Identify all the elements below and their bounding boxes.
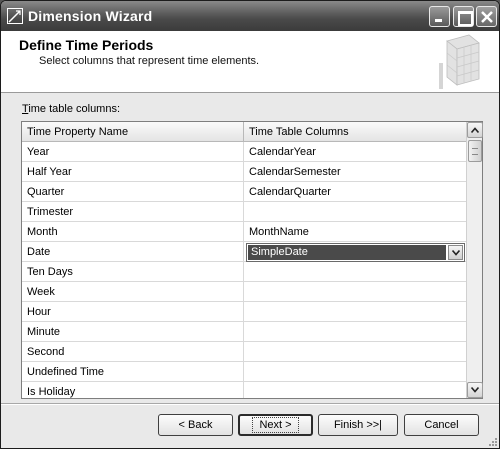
page-title: Define Time Periods — [19, 37, 154, 53]
close-button[interactable] — [476, 6, 497, 27]
cancel-button[interactable]: Cancel — [404, 414, 479, 436]
column-header-table-column[interactable]: Time Table Columns — [244, 122, 466, 142]
table-row[interactable]: Second — [22, 342, 466, 362]
close-icon — [481, 11, 493, 23]
finish-button[interactable]: Finish >>| — [318, 414, 398, 436]
table-column-cell[interactable] — [244, 342, 466, 362]
back-button[interactable]: < Back — [158, 414, 233, 436]
vertical-scrollbar[interactable] — [466, 122, 483, 398]
window-title: Dimension Wizard — [28, 8, 153, 24]
table-column-cell[interactable]: MonthName — [244, 222, 466, 242]
table-row[interactable]: Ten Days — [22, 262, 466, 282]
property-name-cell: Month — [22, 222, 244, 242]
scrollbar-thumb[interactable] — [468, 140, 482, 162]
dimension-wizard-window: Dimension Wizard Define Time Periods Sel… — [0, 0, 500, 449]
wizard-app-icon — [7, 8, 23, 24]
table-row[interactable]: Half Year CalendarSemester — [22, 162, 466, 182]
property-name-cell: Week — [22, 282, 244, 302]
column-header-property[interactable]: Time Property Name — [22, 122, 244, 142]
grid-body: Year CalendarYear Half Year CalendarSeme… — [22, 142, 466, 398]
property-name-cell: Undefined Time — [22, 362, 244, 382]
scroll-up-button[interactable] — [467, 122, 483, 138]
property-name-cell: Quarter — [22, 182, 244, 202]
chevron-up-icon — [471, 127, 479, 133]
table-row-selected[interactable]: Date SimpleDate — [22, 242, 466, 262]
cube-graphic — [439, 34, 480, 89]
label-text: ime table columns: — [28, 103, 121, 115]
property-name-cell: Date — [22, 242, 244, 262]
table-column-cell[interactable] — [244, 282, 466, 302]
property-name-cell: Year — [22, 142, 244, 162]
time-columns-grid[interactable]: Time Property Name Time Table Columns Ye… — [21, 121, 483, 399]
table-column-cell[interactable]: CalendarQuarter — [244, 182, 466, 202]
property-name-cell: Hour — [22, 302, 244, 322]
scroll-down-button[interactable] — [467, 382, 483, 398]
next-button[interactable]: Next > — [238, 414, 313, 436]
table-row[interactable]: Minute — [22, 322, 466, 342]
table-column-cell[interactable] — [244, 322, 466, 342]
chevron-down-icon — [471, 387, 479, 393]
table-column-cell[interactable] — [244, 382, 466, 398]
time-table-columns-label: Time table columns: — [22, 103, 120, 115]
table-column-cell[interactable] — [244, 202, 466, 222]
table-column-cell[interactable] — [244, 362, 466, 382]
next-button-label: Next > — [252, 417, 299, 433]
table-row[interactable]: Month MonthName — [22, 222, 466, 242]
property-name-cell: Ten Days — [22, 262, 244, 282]
table-row[interactable]: Hour — [22, 302, 466, 322]
resize-grip-icon[interactable] — [486, 435, 498, 447]
table-row[interactable]: Year CalendarYear — [22, 142, 466, 162]
maximize-button[interactable] — [453, 6, 474, 27]
minimize-button[interactable] — [429, 6, 450, 27]
dropdown-button[interactable] — [448, 245, 463, 260]
table-row[interactable]: Trimester — [22, 202, 466, 222]
property-name-cell: Trimester — [22, 202, 244, 222]
page-subtitle: Select columns that represent time eleme… — [39, 55, 260, 67]
wizard-header: Define Time Periods Select columns that … — [1, 31, 499, 93]
property-name-cell: Minute — [22, 322, 244, 342]
grid-header: Time Property Name Time Table Columns — [22, 122, 466, 142]
property-name-cell: Half Year — [22, 162, 244, 182]
property-name-cell: Is Holiday — [22, 382, 244, 398]
title-bar[interactable]: Dimension Wizard — [1, 1, 499, 31]
table-column-cell[interactable] — [244, 302, 466, 322]
table-column-cell[interactable]: CalendarYear — [244, 142, 466, 162]
property-name-cell: Second — [22, 342, 244, 362]
table-row[interactable]: Week — [22, 282, 466, 302]
dropdown-selected-value[interactable]: SimpleDate — [248, 245, 446, 260]
table-row[interactable]: Quarter CalendarQuarter — [22, 182, 466, 202]
table-column-dropdown[interactable]: SimpleDate — [246, 243, 465, 262]
footer-divider — [1, 403, 499, 405]
table-column-cell[interactable] — [244, 262, 466, 282]
table-row[interactable]: Is Holiday — [22, 382, 466, 398]
chevron-down-icon — [452, 250, 460, 256]
table-column-cell[interactable]: CalendarSemester — [244, 162, 466, 182]
table-row[interactable]: Undefined Time — [22, 362, 466, 382]
